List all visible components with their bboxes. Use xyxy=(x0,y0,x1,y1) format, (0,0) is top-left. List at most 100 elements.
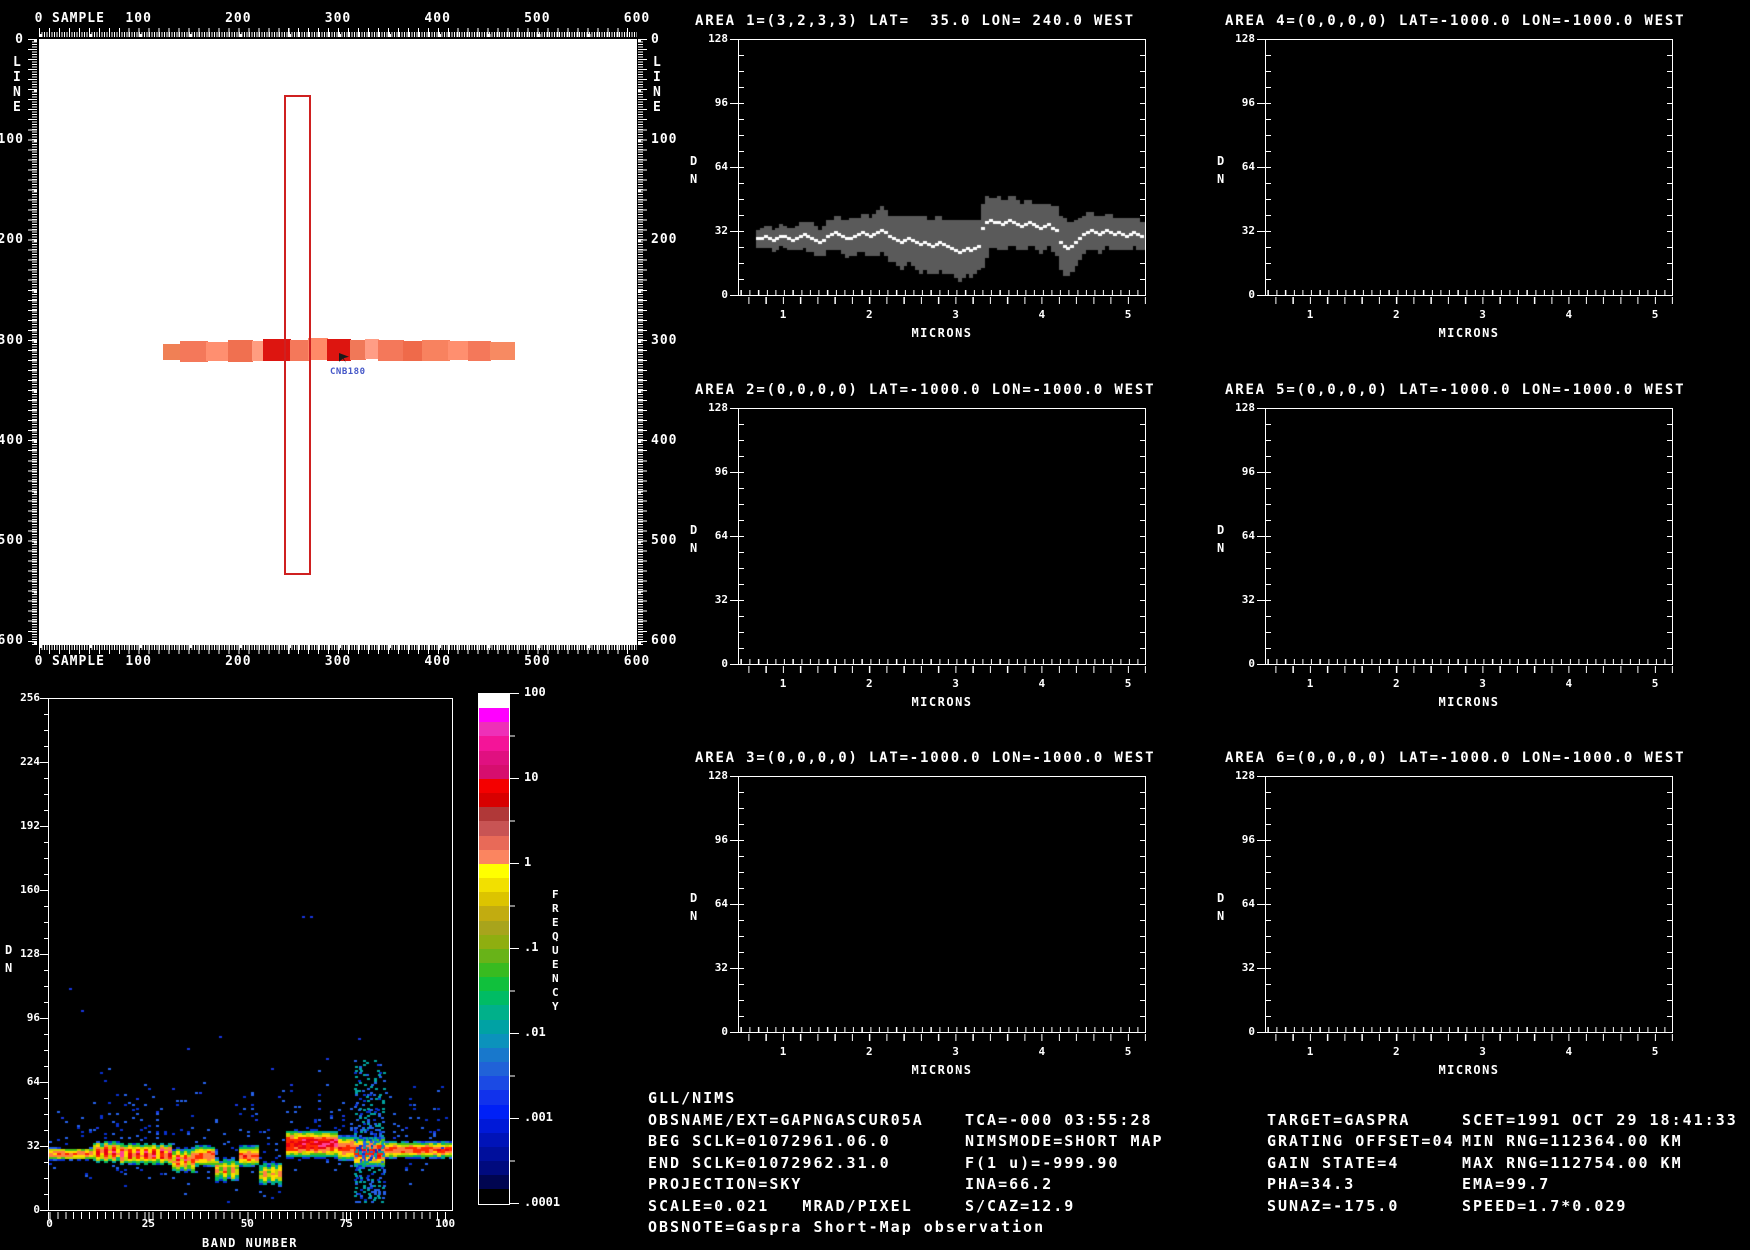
colorbar-block xyxy=(479,920,509,935)
sample-tick-label: 100 xyxy=(125,11,152,26)
colorbar-axis-label: Y xyxy=(552,1000,559,1013)
ytick-minor xyxy=(1667,408,1672,665)
ytick-major xyxy=(730,408,738,665)
streak-segment xyxy=(179,340,209,362)
streak-segment xyxy=(349,339,366,360)
spectral-plot-frame-area-4 xyxy=(1265,39,1673,296)
line-ruler-left xyxy=(26,39,37,645)
colorbar-axis-label: N xyxy=(552,972,559,985)
xaxis-label: MICRONS xyxy=(1438,326,1500,340)
line-axis-word: E xyxy=(13,100,22,115)
info-text: PROJECTION=SKY xyxy=(648,1175,803,1193)
colorbar-block xyxy=(479,764,509,779)
colorbar-block xyxy=(479,934,509,949)
line-ruler-right xyxy=(638,39,649,645)
streak-segment xyxy=(421,339,450,361)
colorbar-block xyxy=(479,1132,509,1147)
line-axis-word: N xyxy=(653,85,662,100)
ytick-label: 96 xyxy=(714,833,728,846)
ytick-label: 128 xyxy=(708,32,728,45)
colorbar-axis-label: C xyxy=(552,986,559,999)
ytick-label: 128 xyxy=(1235,32,1255,45)
colorbar-block xyxy=(479,1005,509,1020)
plot-title: AREA 6=(0,0,0,0) LAT=-1000.0 LON=-1000.0… xyxy=(1225,750,1686,766)
info-text: OBSNOTE=Gaspra Short-Map observation xyxy=(648,1218,1046,1236)
xtick-inner xyxy=(1266,290,1672,295)
xtick-label: 1 xyxy=(779,1045,787,1058)
ytick-label: 0 xyxy=(1248,1025,1255,1038)
colorbar-tick-label: .01 xyxy=(524,1025,546,1039)
streak-segment xyxy=(162,343,181,360)
xtick-label: 5 xyxy=(1124,308,1132,321)
ytick-minor xyxy=(1667,39,1672,296)
colorbar-tick-label: .001 xyxy=(524,1110,553,1124)
xtick-label: 4 xyxy=(1038,677,1046,690)
ytick-major xyxy=(1257,776,1265,1033)
ytick-label: 128 xyxy=(1235,401,1255,414)
yaxis-label: D xyxy=(690,523,699,537)
line-tick-label: 200 xyxy=(651,232,678,248)
colorbar-tick-label: 10 xyxy=(524,770,539,784)
xtick-label: 1 xyxy=(779,677,787,690)
info-text: MIN RNG=112364.00 KM xyxy=(1462,1132,1683,1150)
colorbar-block xyxy=(479,878,509,893)
streak-segment xyxy=(377,339,404,361)
sample-tick-label: 0 xyxy=(34,654,44,669)
sample-tick-label: 100 xyxy=(125,654,152,669)
colorbar-block xyxy=(479,962,509,978)
ytick-label: 64 xyxy=(714,897,728,910)
streak-segment xyxy=(402,340,423,361)
ytick-major xyxy=(1257,408,1265,665)
info-text: TCA=-000 03:55:28 xyxy=(965,1110,1153,1129)
xtick-label: 4 xyxy=(1038,308,1046,321)
colorbar-block xyxy=(479,1062,509,1077)
yaxis-label: D xyxy=(1217,891,1226,905)
info-text: F(1 u)=-999.90 xyxy=(965,1153,1120,1172)
line-tick-label: 400 xyxy=(651,432,678,448)
line-axis-word: E xyxy=(653,100,662,115)
line-axis-word: I xyxy=(653,70,662,85)
xtick-label: 5 xyxy=(1651,1045,1659,1058)
info-text: INA=66.2 xyxy=(965,1175,1054,1193)
xtick-inner xyxy=(1266,659,1672,664)
hist-xtick-label: 0 xyxy=(46,1217,53,1230)
hist-xtick-label: 100 xyxy=(435,1217,456,1230)
xtick-label: 5 xyxy=(1651,308,1659,321)
sample-tick-label: 400 xyxy=(424,11,451,26)
hist-ytick-label: 0 xyxy=(33,1203,40,1216)
image-canvas[interactable]: CNB180 xyxy=(39,39,637,645)
yaxis-label: D xyxy=(690,891,699,905)
xtick-label: 4 xyxy=(1565,308,1573,321)
xtick-label: 3 xyxy=(1479,677,1486,690)
selection-box[interactable] xyxy=(284,95,312,575)
xaxis-label: MICRONS xyxy=(911,1063,973,1077)
colorbar-block xyxy=(479,1019,509,1034)
sample-axis-word: SAMPLE xyxy=(52,654,105,669)
colorbar-axis-label: U xyxy=(552,944,559,957)
line-tick-label: 600 xyxy=(651,633,678,649)
xtick-inner xyxy=(1266,1027,1672,1032)
xtick-label: 3 xyxy=(952,308,959,321)
hist-yaxis-label: D xyxy=(5,943,14,957)
hist-ytick-label: 224 xyxy=(20,755,40,768)
ytick-label: 32 xyxy=(714,961,728,974)
colorbar-tick-label: 1 xyxy=(524,855,532,869)
line-tick-label: 400 xyxy=(0,432,24,448)
yaxis-label: N xyxy=(690,541,699,555)
xtick-label: 2 xyxy=(1392,677,1400,690)
ytick-minor xyxy=(1266,39,1271,296)
sample-tick-label: 400 xyxy=(424,654,451,669)
xaxis-label: MICRONS xyxy=(1438,1063,1500,1077)
ytick-label: 0 xyxy=(1248,288,1255,301)
cursor-label: CNB180 xyxy=(330,367,366,377)
xtick-outer xyxy=(1265,297,1673,304)
colorbar-block xyxy=(479,948,509,963)
line-tick-label: 100 xyxy=(0,132,24,148)
ytick-label: 32 xyxy=(714,593,728,606)
plot-title: AREA 5=(0,0,0,0) LAT=-1000.0 LON=-1000.0… xyxy=(1225,382,1686,398)
colorbar-block xyxy=(479,906,509,921)
yaxis-label: N xyxy=(690,909,699,923)
xaxis-label: MICRONS xyxy=(1438,695,1500,709)
xtick-label: 3 xyxy=(952,1045,959,1058)
ytick-label: 96 xyxy=(1241,465,1255,478)
